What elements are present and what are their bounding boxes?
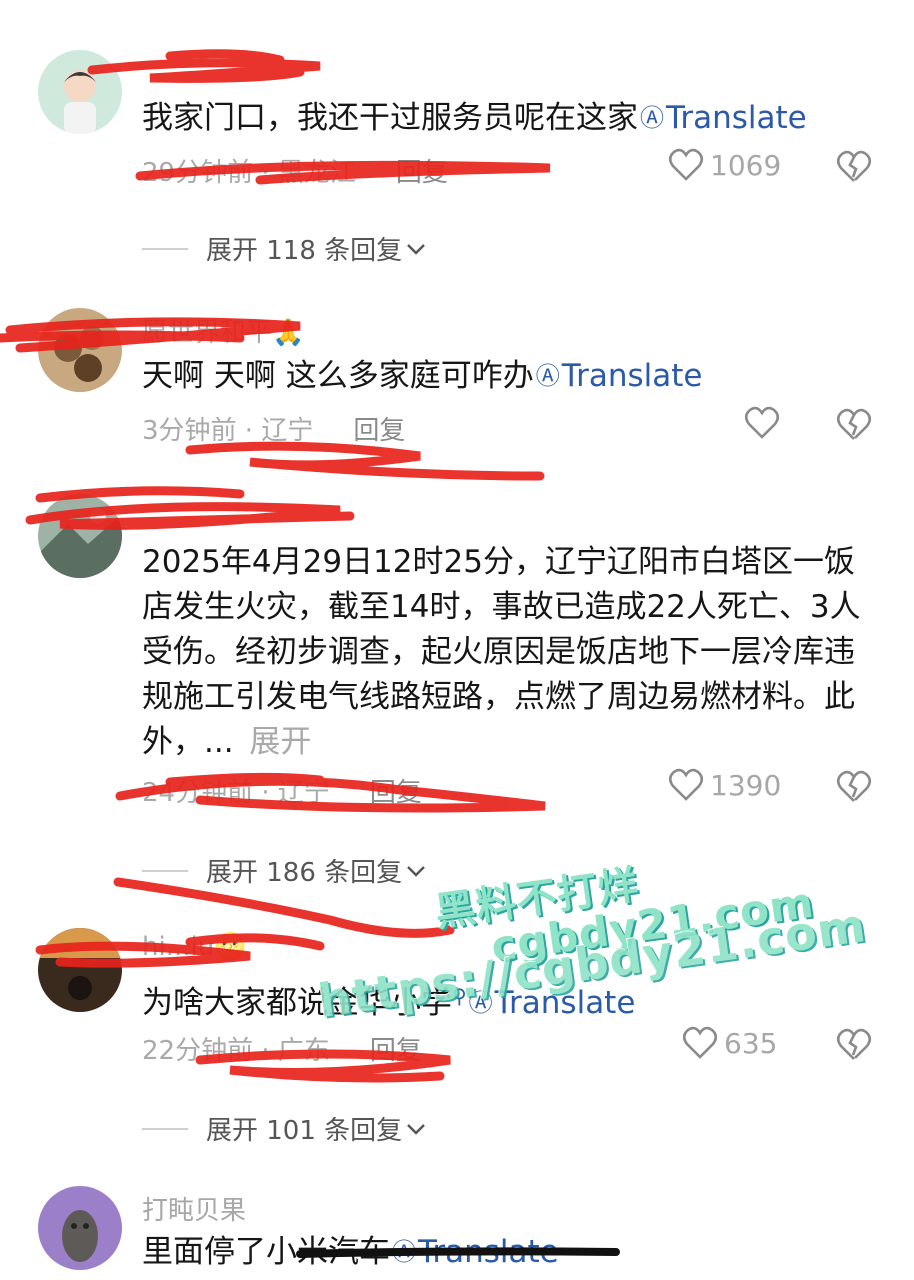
heart-icon <box>668 768 704 801</box>
timestamp-location: 3分钟前 · 辽宁 <box>142 416 314 446</box>
comment-text: 2025年4月29日12时25分，辽宁辽阳市白塔区一饭店发生火灾，截至14时，事… <box>142 540 882 765</box>
avatar[interactable] <box>38 494 122 578</box>
comment-meta: 24分钟前 · 辽宁 回复 <box>142 772 422 809</box>
divider-line <box>142 247 188 250</box>
reply-button[interactable]: 回复 <box>353 416 405 446</box>
like-button[interactable]: 1390 <box>668 768 781 802</box>
timestamp-location: 22分钟前 · 广东 <box>142 1036 330 1066</box>
avatar[interactable] <box>38 308 122 392</box>
translate-label: Translate <box>666 100 807 136</box>
timestamp-location: 29分钟前 · 黑龙江 <box>142 158 356 188</box>
expand-replies-label: 展开 118 条回复 <box>206 236 403 266</box>
comment-text: 天啊 天啊 这么多家庭可咋办ⒶTranslate <box>142 354 882 399</box>
like-button[interactable] <box>744 406 780 440</box>
chevron-down-icon <box>407 865 426 877</box>
like-button[interactable]: 1069 <box>668 148 781 182</box>
divider-line <box>142 869 188 872</box>
chevron-down-icon <box>407 243 426 255</box>
broken-heart-icon[interactable] <box>836 770 872 804</box>
username[interactable]: 愿世界和平🙏 <box>142 312 304 349</box>
expand-replies[interactable]: 展开 186 条回复 <box>142 852 426 889</box>
expand-replies[interactable]: 展开 118 条回复 <box>142 230 426 267</box>
like-count: 635 <box>724 1026 778 1060</box>
comment-text: 里面停了小米汽车ⒶTranslate <box>142 1230 882 1275</box>
avatar[interactable] <box>38 50 122 134</box>
translate-link[interactable]: ⒶTranslate <box>390 1234 559 1270</box>
comment-text-content: 我家门口，我还干过服务员呢在这家 <box>142 100 638 136</box>
comment-text-content: 天啊 天啊 这么多家庭可咋办 <box>142 358 534 394</box>
comment-meta: 22分钟前 · 广东 回复 <box>142 1030 422 1067</box>
username[interactable]: 打盹贝果 <box>142 1190 246 1227</box>
like-button[interactable]: 635 <box>682 1026 777 1060</box>
comment-meta: 29分钟前 · 黑龙江 回复 <box>142 152 448 189</box>
translate-link[interactable]: ⒶTranslate <box>638 100 807 136</box>
divider-line <box>142 1127 188 1130</box>
broken-heart-icon[interactable] <box>836 408 872 442</box>
translate-icon: Ⓐ <box>535 362 560 390</box>
translate-label: Translate <box>561 358 703 394</box>
broken-heart-icon[interactable] <box>836 150 872 184</box>
expand-replies-label: 展开 101 条回复 <box>206 1116 403 1146</box>
reply-button[interactable]: 回复 <box>370 1036 422 1066</box>
translate-label: Translate <box>418 1234 559 1270</box>
comment-text: 我家门口，我还干过服务员呢在这家ⒶTranslate <box>142 96 882 141</box>
heart-icon <box>668 148 704 181</box>
timestamp-location: 24分钟前 · 辽宁 <box>142 778 330 808</box>
comment-meta: 3分钟前 · 辽宁 回复 <box>142 410 405 447</box>
like-count: 1069 <box>710 148 782 182</box>
translate-icon: Ⓐ <box>392 1238 416 1266</box>
translate-link[interactable]: ⒶTranslate <box>534 358 703 394</box>
heart-icon <box>682 1026 718 1059</box>
comment-text-content: 里面停了小米汽车 <box>142 1234 390 1270</box>
expand-text-link[interactable]: 展开 <box>249 724 311 760</box>
like-count: 1390 <box>710 768 782 802</box>
chevron-down-icon <box>407 1123 426 1135</box>
broken-heart-icon[interactable] <box>836 1028 872 1062</box>
username[interactable]: hi...iu🌝 <box>142 932 247 962</box>
avatar[interactable] <box>38 1186 122 1270</box>
reply-button[interactable]: 回复 <box>370 778 422 808</box>
avatar[interactable] <box>38 928 122 1012</box>
reply-button[interactable]: 回复 <box>396 158 448 188</box>
expand-replies-label: 展开 186 条回复 <box>206 858 403 888</box>
translate-icon: Ⓐ <box>640 104 664 132</box>
expand-replies[interactable]: 展开 101 条回复 <box>142 1110 426 1147</box>
heart-icon <box>744 406 780 439</box>
